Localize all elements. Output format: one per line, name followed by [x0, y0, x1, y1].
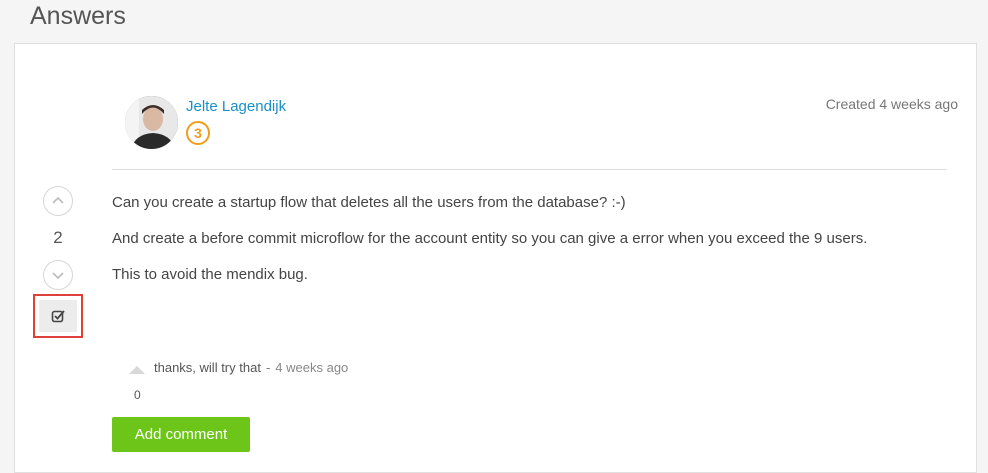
check-square-icon [51, 310, 65, 323]
upvote-button[interactable] [43, 186, 73, 216]
author-row: Jelte Lagendijk 3 Created 4 weeks ago [125, 96, 958, 171]
answer-body: Can you create a startup flow that delet… [112, 190, 912, 298]
downvote-button[interactable] [43, 260, 73, 290]
comment: 0 thanks, will try that -4 weeks ago [129, 358, 529, 408]
author-name-link[interactable]: Jelte Lagendijk [186, 98, 286, 115]
divider [112, 169, 947, 170]
comment-timestamp: 4 weeks ago [275, 360, 349, 375]
reputation-badge: 3 [186, 121, 210, 145]
accept-answer-highlight [33, 294, 83, 338]
answer-paragraph: This to avoid the mendix bug. [112, 266, 308, 283]
comment-separator: - [265, 360, 271, 375]
accept-answer-button[interactable] [39, 300, 77, 332]
comment-vote-count: 0 [134, 388, 141, 402]
comment-upvote-icon[interactable] [129, 366, 145, 374]
user-avatar[interactable] [125, 96, 178, 149]
comment-body: thanks, will try that -4 weeks ago [154, 360, 348, 375]
page-title: Answers [30, 2, 126, 30]
chevron-up-icon [52, 196, 64, 204]
vote-count: 2 [53, 228, 63, 247]
answer-paragraph: Can you create a startup flow that delet… [112, 194, 626, 211]
answer-card: Jelte Lagendijk 3 Created 4 weeks ago 2 … [14, 43, 977, 473]
comment-text: thanks, will try that [154, 360, 261, 375]
chevron-down-icon [52, 272, 64, 280]
created-timestamp: Created 4 weeks ago [825, 96, 958, 112]
add-comment-button[interactable]: Add comment [112, 417, 250, 452]
answer-paragraph: And create a before commit microflow for… [112, 230, 868, 247]
